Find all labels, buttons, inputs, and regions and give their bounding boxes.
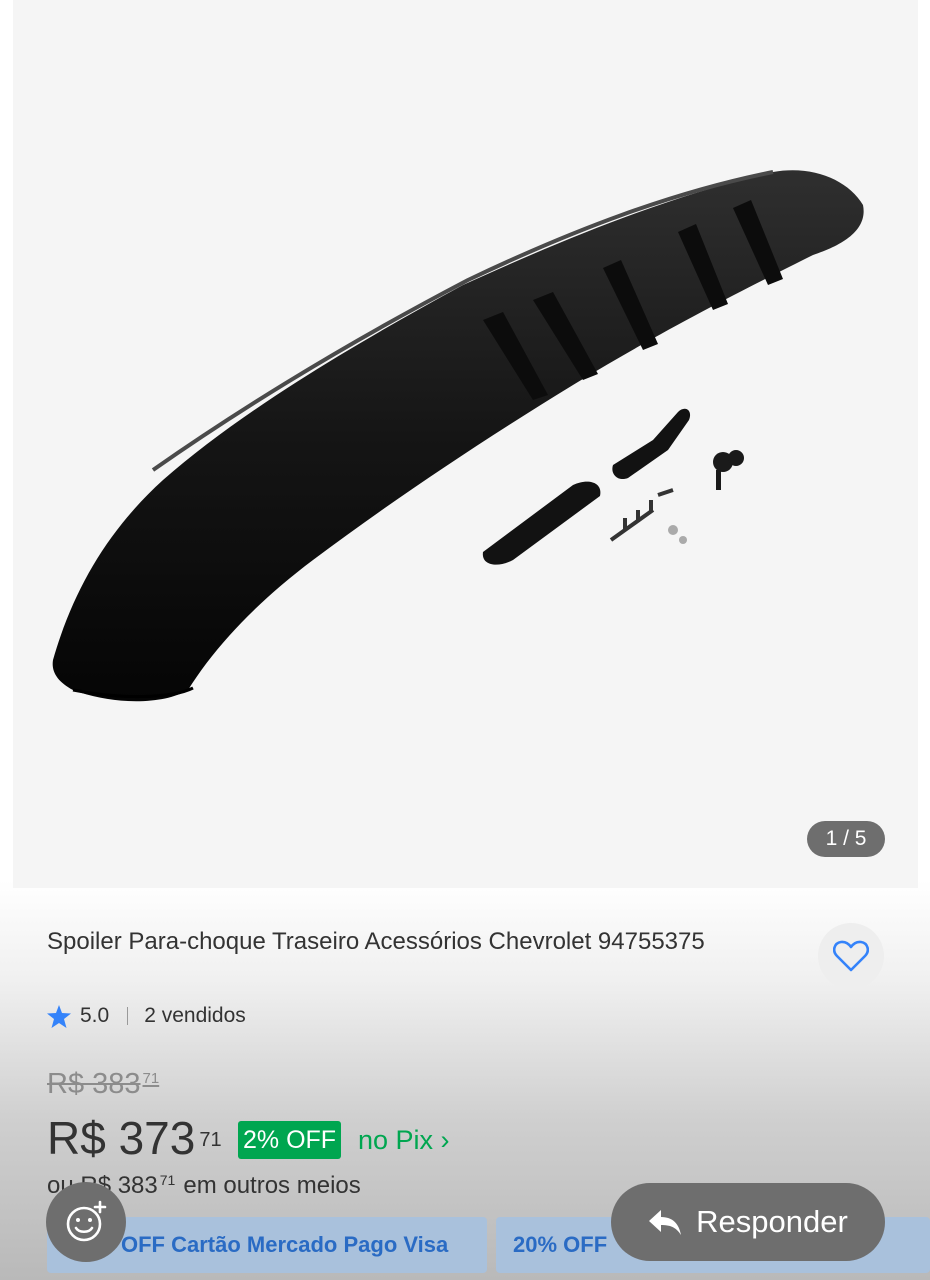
- favorite-button[interactable]: [818, 923, 884, 989]
- heart-icon: [833, 940, 869, 972]
- original-price-integer: R$ 383: [47, 1068, 141, 1100]
- current-price-cents: 71: [199, 1129, 222, 1151]
- sold-count: 2 vendidos: [144, 1004, 246, 1027]
- star-icon: [47, 1004, 71, 1028]
- reply-button[interactable]: Responder: [611, 1183, 885, 1261]
- product-image: [52, 170, 864, 702]
- alt-price-cents: 71: [159, 1172, 176, 1188]
- image-counter: 1 / 5: [807, 821, 885, 857]
- original-price: R$ 383 71: [47, 1068, 159, 1101]
- rating-divider: [127, 1007, 129, 1025]
- product-image-gallery[interactable]: 1 / 5: [13, 0, 918, 888]
- rating-value: 5.0: [80, 1004, 110, 1027]
- alt-price-suffix: em outros meios: [183, 1172, 361, 1199]
- current-price-integer: R$ 373: [47, 1112, 196, 1164]
- discount-badge: 2% OFF: [238, 1121, 342, 1159]
- add-reaction-button[interactable]: [46, 1182, 126, 1262]
- reply-arrow-icon: [648, 1208, 682, 1236]
- pix-link[interactable]: no Pix ›: [358, 1121, 450, 1159]
- rating-row[interactable]: 5.0 2 vendidos: [47, 1000, 246, 1032]
- original-price-cents: 71: [142, 1070, 160, 1087]
- current-price: R$ 373 71: [47, 1110, 222, 1166]
- add-emoji-icon: [64, 1200, 108, 1244]
- reply-label: Responder: [696, 1204, 848, 1239]
- product-title: Spoiler Para-choque Traseiro Acessórios …: [47, 928, 705, 955]
